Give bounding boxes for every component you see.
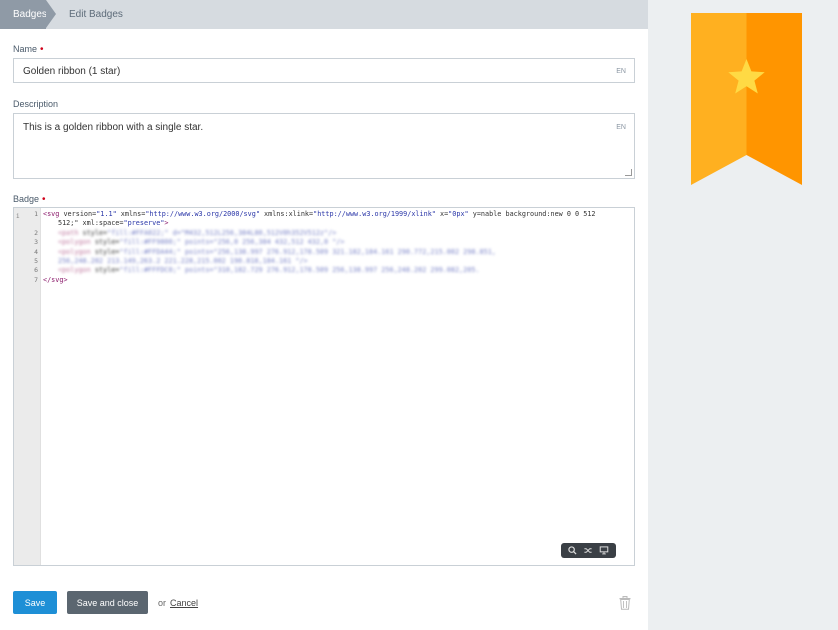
line-number: 1 bbox=[34, 210, 38, 218]
cancel-link[interactable]: Cancel bbox=[170, 598, 198, 608]
badge-required-mark: • bbox=[42, 194, 46, 205]
badge-code-editor[interactable]: i 1 2 3 4 5 6 7 <svg version="1.1" xmlns… bbox=[13, 207, 635, 566]
code-tag: <path bbox=[58, 229, 79, 237]
code-string: 256,248.202 213.149,263.2 221.228,215.00… bbox=[58, 257, 308, 265]
code-string: "0px" bbox=[448, 210, 469, 218]
code-line-7: </svg> bbox=[43, 276, 68, 284]
shuffle-icon[interactable] bbox=[582, 546, 594, 556]
code-attr: nable background:new 0 0 512 bbox=[480, 210, 596, 218]
code-string: "http://www.w3.org/1999/xlink" bbox=[313, 210, 436, 218]
code-tag: </svg> bbox=[43, 276, 68, 284]
breadcrumb-item-edit-badges: Edit Badges bbox=[69, 9, 123, 20]
code-attr: version= bbox=[59, 210, 97, 218]
code-string: "fill:#FFDA44;" points="256,138.997 276.… bbox=[119, 248, 496, 256]
line-number: 3 bbox=[34, 238, 38, 246]
code-string: "1.1" bbox=[96, 210, 117, 218]
description-label: Description bbox=[13, 99, 58, 109]
badge-preview-panel bbox=[648, 0, 838, 630]
code-string: "fill:#FFFDC0;" points="310,182.729 276.… bbox=[119, 266, 480, 274]
line-number: 2 bbox=[34, 229, 38, 237]
code-line-1: <svg version="1.1" xmlns="http://www.w3.… bbox=[43, 210, 596, 218]
name-lang-badge: EN bbox=[616, 68, 626, 75]
description-lang-badge: EN bbox=[616, 124, 626, 131]
code-line-5: 256,248.202 213.149,263.2 221.228,215.00… bbox=[58, 257, 308, 265]
code-attr: style= bbox=[90, 266, 120, 274]
code-line-1-wrap: 512;" xml:space="preserve"> bbox=[58, 219, 169, 227]
line-number: 6 bbox=[34, 266, 38, 274]
or-separator: or Cancel bbox=[158, 598, 198, 608]
code-line-4: <polygon style="fill:#FFDA44;" points="2… bbox=[58, 248, 496, 256]
description-label-text: Description bbox=[13, 99, 59, 109]
save-button[interactable]: Save bbox=[13, 591, 57, 614]
name-label-text: Name bbox=[13, 44, 38, 54]
code-string: "http://www.w3.org/2000/svg" bbox=[145, 210, 260, 218]
line-number: 7 bbox=[34, 276, 38, 284]
code-attr: xmlns:xlink= bbox=[259, 210, 314, 218]
code-line-2: <path style="fill:#FFA022;" d="M432,512L… bbox=[58, 229, 336, 237]
code-string: "fill:#FF9800;" points="256,0 256,384 43… bbox=[119, 238, 345, 246]
code-attr: y= bbox=[468, 210, 481, 218]
name-input-value: Golden ribbon (1 star) bbox=[23, 66, 121, 77]
line-number: 5 bbox=[34, 257, 38, 265]
code-attr: style= bbox=[90, 238, 120, 246]
description-textarea-value: This is a golden ribbon with a single st… bbox=[23, 122, 204, 133]
code-string: "preserve" bbox=[123, 219, 165, 227]
badge-label-text: Badge bbox=[13, 194, 40, 204]
editor-toolbar bbox=[561, 543, 616, 558]
trash-icon[interactable] bbox=[619, 596, 631, 610]
breadcrumb: Badges Edit Badges bbox=[0, 0, 648, 29]
code-line-3: <polygon style="fill:#FF9800;" points="2… bbox=[58, 238, 344, 246]
description-textarea[interactable]: This is a golden ribbon with a single st… bbox=[13, 113, 635, 179]
name-label: Name • bbox=[13, 44, 44, 55]
code-attr: style= bbox=[78, 229, 108, 237]
breadcrumb-item-badges[interactable]: Badges bbox=[0, 0, 47, 29]
line-number: 4 bbox=[34, 248, 38, 256]
code-tag: > bbox=[164, 219, 169, 227]
search-icon[interactable] bbox=[567, 546, 579, 556]
name-input[interactable]: Golden ribbon (1 star) EN bbox=[13, 58, 635, 83]
code-line-6: <polygon style="fill:#FFFDC0;" points="3… bbox=[58, 266, 480, 274]
code-tag: <polygon bbox=[58, 266, 91, 274]
resize-handle[interactable] bbox=[625, 169, 632, 176]
code-tag: <svg bbox=[43, 210, 60, 218]
code-attr: x= bbox=[435, 210, 449, 218]
breadcrumb-arrow bbox=[46, 0, 56, 28]
or-text: or bbox=[158, 598, 167, 608]
badge-label: Badge • bbox=[13, 194, 46, 205]
golden-ribbon-badge-preview bbox=[691, 13, 802, 185]
monitor-icon[interactable] bbox=[598, 546, 610, 556]
code-attr: 512;" xml:space= bbox=[58, 219, 124, 227]
code-tag: <polygon bbox=[58, 248, 91, 256]
save-and-close-button[interactable]: Save and close bbox=[67, 591, 148, 614]
code-string: "fill:#FFA022;" d="M432,512L256,384L80,5… bbox=[107, 229, 337, 237]
editor-gutter: i 1 2 3 4 5 6 7 bbox=[14, 208, 41, 565]
code-tag: <polygon bbox=[58, 238, 91, 246]
code-attr: style= bbox=[90, 248, 120, 256]
name-required-mark: • bbox=[40, 44, 44, 55]
code-attr: xmlns= bbox=[116, 210, 146, 218]
